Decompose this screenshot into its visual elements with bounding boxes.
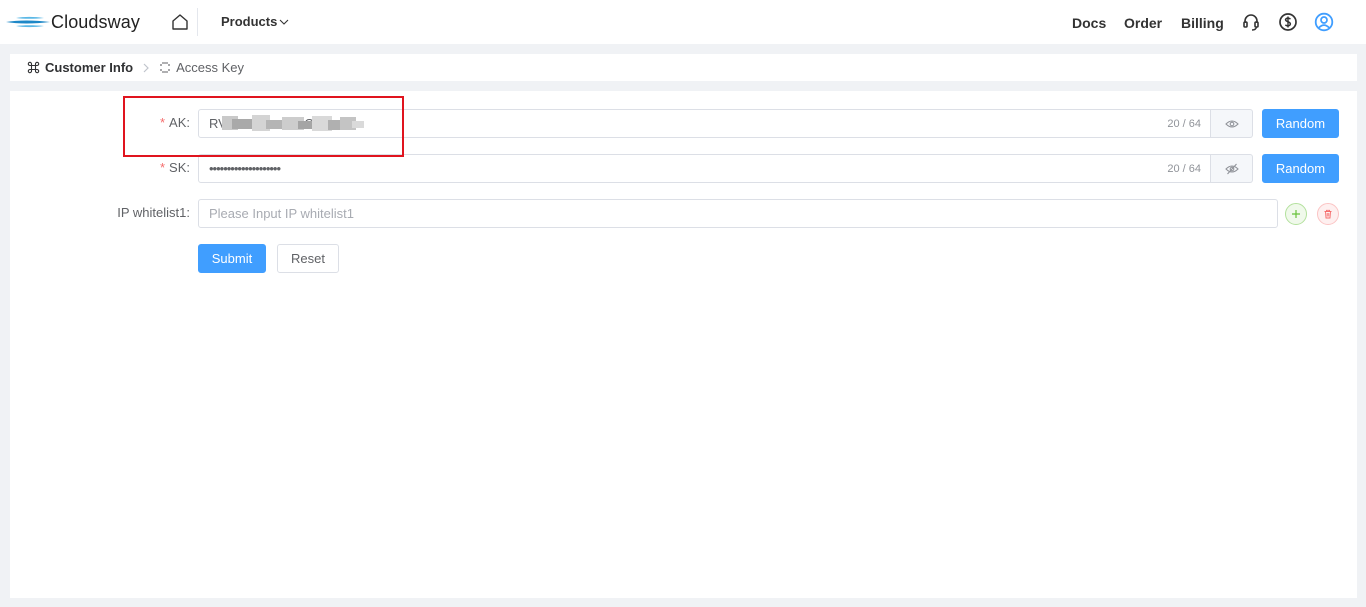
key-frame-icon xyxy=(160,62,170,73)
breadcrumb-current-label: Access Key xyxy=(176,60,245,75)
sk-label-text: SK: xyxy=(169,160,190,175)
command-icon xyxy=(27,61,40,74)
top-header: Cloudsway Products Docs Order Billing xyxy=(0,0,1366,44)
dollar-icon[interactable] xyxy=(1278,12,1298,32)
trash-icon xyxy=(1324,209,1332,219)
products-label: Products xyxy=(221,14,278,29)
breadcrumb-item-customer-info[interactable]: Customer Info xyxy=(27,60,133,75)
sk-visibility-toggle[interactable] xyxy=(1211,154,1253,183)
cloudsway-logo-icon xyxy=(6,16,50,28)
ak-random-button[interactable]: Random xyxy=(1262,109,1339,138)
nav-docs[interactable]: Docs xyxy=(1072,15,1106,31)
ak-visibility-toggle[interactable] xyxy=(1211,109,1253,138)
plus-icon xyxy=(1292,210,1300,218)
chevron-down-icon xyxy=(279,19,289,25)
sk-input-group: 20 / 64 xyxy=(198,154,1253,183)
sk-random-button[interactable]: Random xyxy=(1262,154,1339,183)
eye-icon xyxy=(1224,119,1239,128)
sk-input-wrapper: 20 / 64 xyxy=(198,154,1211,183)
delete-ip-button[interactable] xyxy=(1317,203,1339,225)
ip-whitelist-input-wrapper xyxy=(198,199,1278,228)
headset-icon[interactable] xyxy=(1241,12,1261,32)
required-mark: * xyxy=(159,160,166,175)
products-menu[interactable]: Products xyxy=(221,14,289,29)
submit-button[interactable]: Submit xyxy=(198,244,266,273)
highlight-annotation-box xyxy=(123,96,404,157)
sk-char-counter: 20 / 64 xyxy=(1167,163,1201,175)
nav-order[interactable]: Order xyxy=(1124,15,1162,31)
header-divider xyxy=(197,8,198,36)
breadcrumb-separator-icon xyxy=(142,63,150,73)
breadcrumb-parent-label: Customer Info xyxy=(45,60,134,75)
user-icon[interactable] xyxy=(1314,12,1334,32)
breadcrumb: Customer Info Access Key xyxy=(10,54,1357,81)
reset-button[interactable]: Reset xyxy=(277,244,339,273)
add-ip-button[interactable] xyxy=(1285,203,1307,225)
eye-off-icon xyxy=(1224,163,1239,174)
home-icon[interactable] xyxy=(170,12,190,32)
brand-logo[interactable]: Cloudsway xyxy=(4,10,140,34)
sk-label: * SK: xyxy=(20,160,190,175)
breadcrumb-item-access-key: Access Key xyxy=(159,60,244,75)
sk-input[interactable] xyxy=(199,155,1210,182)
nav-billing[interactable]: Billing xyxy=(1181,15,1224,31)
ak-char-counter: 20 / 64 xyxy=(1167,118,1201,130)
ip-whitelist-input[interactable] xyxy=(199,200,1277,227)
ip-whitelist-label: IP whitelist1: xyxy=(117,205,190,220)
brand-name: Cloudsway xyxy=(51,11,140,32)
access-key-form-card: *AK: 20 / 64 Random *SK: 20 / 64 xyxy=(10,91,1357,598)
